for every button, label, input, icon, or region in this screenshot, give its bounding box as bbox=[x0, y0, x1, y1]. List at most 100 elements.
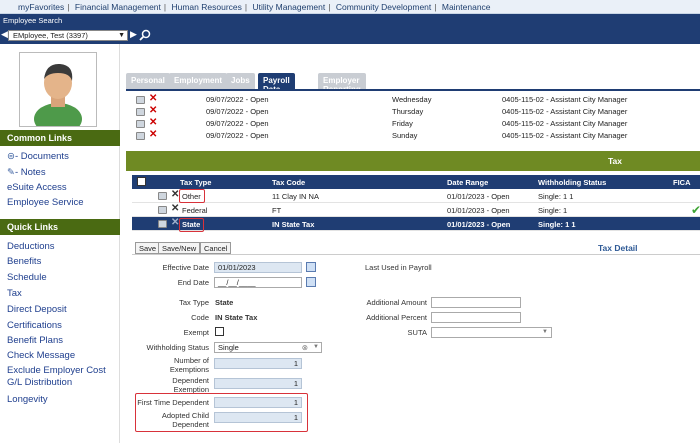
delete-icon[interactable]: ✕ bbox=[149, 130, 157, 140]
schedule-day: Wednesday bbox=[392, 95, 432, 104]
quick-links-header: Quick Links bbox=[0, 219, 120, 235]
tab-employer-reporting[interactable]: Employer Reporting bbox=[318, 73, 366, 94]
clear-icon[interactable]: ⊗ bbox=[302, 343, 308, 352]
delete-icon[interactable]: ✕ bbox=[171, 204, 179, 214]
chevron-down-icon[interactable]: ▼ bbox=[313, 343, 319, 352]
schedule-date: 09/07/2022 - Open bbox=[206, 119, 269, 128]
notes-icon: ✎ bbox=[7, 167, 15, 178]
select-all-checkbox[interactable] bbox=[137, 177, 146, 186]
tax-section-title: Tax bbox=[608, 156, 623, 166]
edit-icon[interactable] bbox=[136, 96, 145, 104]
save-button[interactable]: Save bbox=[135, 242, 161, 254]
highlight-state bbox=[179, 218, 204, 232]
sidebar-item-longevity[interactable]: Longevity bbox=[7, 394, 48, 405]
dependent-exemption-field[interactable]: 1 bbox=[214, 378, 302, 389]
column-header-tax-code[interactable]: Tax Code bbox=[272, 178, 305, 187]
schedule-date: 09/07/2022 - Open bbox=[206, 107, 269, 116]
edit-icon[interactable] bbox=[136, 120, 145, 128]
withholding-status-label: Withholding Status bbox=[146, 343, 209, 352]
sidebar-item-certifications[interactable]: Certifications bbox=[7, 320, 62, 331]
tab-payroll-data[interactable]: Payroll Data bbox=[258, 73, 295, 94]
column-header-withholding-status[interactable]: Withholding Status bbox=[538, 178, 606, 187]
employee-search-bar: Employee Search ◀ EMployee, Test (3397) ▼… bbox=[0, 14, 700, 44]
edit-icon[interactable] bbox=[136, 132, 145, 140]
sidebar-item-exclude-employer-cost[interactable]: Exclude Employer Cost G/L Distribution bbox=[7, 365, 119, 389]
tab-jobs[interactable]: Jobs bbox=[226, 73, 255, 89]
sidebar-item-schedule[interactable]: Schedule bbox=[7, 272, 47, 283]
additional-amount-label: Additional Amount bbox=[366, 298, 427, 307]
exempt-label: Exempt bbox=[183, 328, 209, 337]
date-range-cell: 01/01/2023 - Open bbox=[447, 220, 511, 229]
additional-percent-field[interactable] bbox=[431, 312, 521, 323]
number-exemptions-label: Number of Exemptions bbox=[169, 356, 209, 374]
withholding-status-value: Single bbox=[218, 343, 239, 352]
schedule-job: 0405-115-02 - Assistant City Manager bbox=[502, 131, 628, 140]
previous-employee-icon[interactable]: ◀ bbox=[1, 29, 8, 40]
next-employee-icon[interactable]: ▶ bbox=[130, 29, 137, 40]
employee-select-value: EMployee, Test (3397) bbox=[13, 31, 88, 40]
tab-personal[interactable]: Personal bbox=[126, 73, 170, 89]
chevron-down-icon[interactable]: ▼ bbox=[542, 328, 548, 337]
common-links-header: Common Links bbox=[0, 130, 120, 146]
suta-label: SUTA bbox=[407, 328, 427, 337]
nav-maintenance[interactable]: Maintenance bbox=[442, 2, 491, 12]
exempt-checkbox[interactable] bbox=[215, 327, 224, 336]
delete-icon[interactable]: ✕ bbox=[149, 94, 157, 104]
last-used-label: Last Used in Payroll bbox=[365, 263, 432, 272]
nav-myfavorites[interactable]: myFavorites bbox=[18, 2, 64, 12]
edit-icon[interactable] bbox=[158, 206, 167, 214]
cancel-button[interactable]: Cancel bbox=[200, 242, 232, 254]
column-header-tax-type[interactable]: Tax Type bbox=[180, 178, 211, 187]
withholding-status-select[interactable]: Single ⊗ ▼ bbox=[214, 342, 322, 353]
sidebar-item-employee-service[interactable]: Employee Service bbox=[7, 197, 84, 208]
table-row[interactable]: ✕ Other 11 Clay IN NA 01/01/2023 - Open … bbox=[132, 189, 700, 203]
tax-grid-header: Tax Type Tax Code Date Range Withholding… bbox=[132, 175, 700, 189]
table-row[interactable]: ✕ Federal FT 01/01/2023 - Open Single: 1… bbox=[132, 203, 700, 217]
table-row-selected[interactable]: ✕ State IN State Tax 01/01/2023 - Open S… bbox=[132, 217, 700, 231]
sidebar: Common Links ⊜- Documents ✎- Notes eSuit… bbox=[0, 44, 120, 443]
nav-community-development[interactable]: Community Development bbox=[336, 2, 431, 12]
column-header-date-range[interactable]: Date Range bbox=[447, 178, 488, 187]
sidebar-item-documents[interactable]: ⊜- Documents bbox=[7, 151, 69, 162]
nav-human-resources[interactable]: Human Resources bbox=[171, 2, 241, 12]
sidebar-item-deductions[interactable]: Deductions bbox=[7, 241, 55, 252]
employee-search-label: Employee Search bbox=[3, 16, 63, 25]
end-date-label: End Date bbox=[177, 278, 209, 287]
schedule-row: ✕ 09/07/2022 - Open Sunday 0405-115-02 -… bbox=[136, 130, 700, 141]
delete-icon[interactable]: ✕ bbox=[149, 118, 157, 128]
tax-type-value: State bbox=[215, 298, 234, 307]
documents-icon: ⊜ bbox=[7, 151, 15, 162]
employee-select[interactable]: EMployee, Test (3397) ▼ bbox=[8, 30, 128, 41]
sidebar-item-direct-deposit[interactable]: Direct Deposit bbox=[7, 304, 67, 315]
nav-financial-management[interactable]: Financial Management bbox=[75, 2, 161, 12]
delete-icon[interactable]: ✕ bbox=[149, 106, 157, 116]
schedule-day: Thursday bbox=[392, 107, 424, 116]
sidebar-item-benefits[interactable]: Benefits bbox=[7, 256, 41, 267]
sidebar-item-benefit-plans[interactable]: Benefit Plans bbox=[7, 335, 63, 346]
calendar-icon[interactable] bbox=[306, 277, 316, 287]
edit-icon[interactable] bbox=[158, 192, 167, 200]
top-nav: myFavorites | Financial Management | Human… bbox=[0, 0, 700, 14]
save-new-button[interactable]: Save/New bbox=[158, 242, 201, 254]
code-label: Code bbox=[191, 313, 209, 322]
calendar-icon[interactable] bbox=[306, 262, 316, 272]
additional-amount-field[interactable] bbox=[431, 297, 521, 308]
sidebar-item-check-message[interactable]: Check Message bbox=[7, 350, 75, 361]
number-exemptions-field[interactable]: 1 bbox=[214, 358, 302, 369]
sidebar-item-esuite-access[interactable]: eSuite Access bbox=[7, 182, 67, 193]
code-value: IN State Tax bbox=[215, 313, 258, 322]
search-icon[interactable] bbox=[139, 29, 151, 41]
nav-utility-management[interactable]: Utility Management bbox=[252, 2, 325, 12]
edit-icon[interactable] bbox=[158, 220, 167, 228]
tab-employment[interactable]: Employment bbox=[169, 73, 228, 89]
sidebar-item-label: - Notes bbox=[14, 167, 46, 178]
sidebar-item-tax[interactable]: Tax bbox=[7, 288, 22, 299]
sidebar-item-notes[interactable]: ✎- Notes bbox=[7, 167, 46, 178]
suta-select[interactable]: ▼ bbox=[431, 327, 552, 338]
effective-date-field[interactable]: 01/01/2023 bbox=[214, 262, 302, 273]
end-date-field[interactable]: __/__/____ bbox=[214, 277, 302, 288]
column-header-fica[interactable]: FICA bbox=[673, 178, 691, 187]
tax-type-label: Tax Type bbox=[179, 298, 209, 307]
sidebar-item-label: - Documents bbox=[14, 151, 69, 162]
edit-icon[interactable] bbox=[136, 108, 145, 116]
